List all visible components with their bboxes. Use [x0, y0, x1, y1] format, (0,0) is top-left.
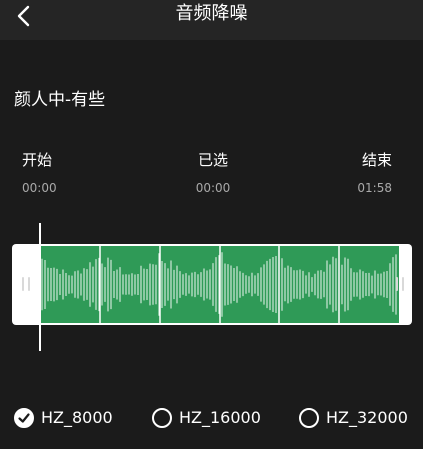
page-title: 音频降噪 [175, 3, 248, 24]
left-trim-handle[interactable] [22, 277, 30, 291]
radio-unchecked-icon [152, 408, 172, 428]
selected-time: 00:00 [195, 181, 231, 195]
start-time-group: 开始 00:00 [22, 150, 57, 196]
right-trim-handle[interactable] [396, 277, 404, 291]
radio-label-hz-8000: HZ_8000 [41, 408, 113, 427]
top-bar: 音频降噪 [0, 0, 423, 40]
waveform[interactable] [40, 246, 399, 323]
radio-hz-8000[interactable]: HZ_8000 [14, 403, 113, 433]
radio-label-hz-32000: HZ_32000 [326, 408, 408, 427]
end-label: 结束 [361, 151, 392, 169]
radio-hz-32000[interactable]: HZ_32000 [299, 403, 408, 433]
waveform-bars [41, 246, 397, 323]
end-time: 01:58 [357, 181, 392, 195]
waveform-selector[interactable] [12, 244, 412, 325]
playhead[interactable] [39, 223, 41, 351]
start-time: 00:00 [22, 181, 57, 195]
selected-time-group: 已选 00:00 [193, 150, 233, 196]
song-title: 颜人中-有些 [14, 90, 106, 110]
radio-checked-icon [14, 408, 34, 428]
start-label: 开始 [22, 151, 53, 169]
radio-unchecked-icon [299, 408, 319, 428]
radio-hz-16000[interactable]: HZ_16000 [152, 403, 261, 433]
selected-label: 已选 [197, 151, 228, 169]
end-time-group: 结束 01:58 [357, 150, 392, 196]
radio-label-hz-16000: HZ_16000 [179, 408, 261, 427]
